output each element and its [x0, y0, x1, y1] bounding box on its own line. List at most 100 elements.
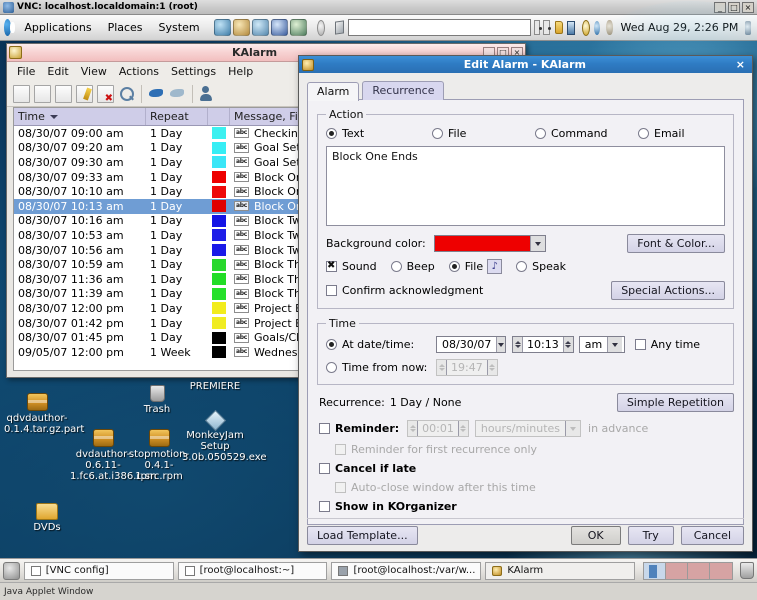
- close-icon[interactable]: ×: [732, 58, 749, 71]
- undo-icon[interactable]: [148, 85, 165, 103]
- checkbox-any-time[interactable]: Any time: [634, 338, 700, 351]
- new-alarm-icon[interactable]: [13, 84, 30, 103]
- chevron-down-icon[interactable]: [607, 337, 623, 352]
- time-spinbox[interactable]: 10:13: [512, 336, 574, 353]
- radio-action-email[interactable]: Email: [638, 127, 685, 140]
- workspace-4[interactable]: [710, 562, 733, 579]
- delete-alarm-icon[interactable]: [97, 84, 114, 104]
- volume-tray-icon[interactable]: [593, 20, 601, 35]
- music-note-icon[interactable]: ♪: [487, 259, 503, 274]
- time-spin-arrows[interactable]: [513, 337, 523, 352]
- column-header-time[interactable]: Time: [14, 108, 146, 125]
- simple-repetition-button[interactable]: Simple Repetition: [616, 393, 734, 412]
- show-desktop-icon[interactable]: [3, 561, 20, 580]
- display-tray-icon[interactable]: [566, 20, 575, 35]
- checkbox-show-korganizer[interactable]: Show in KOrganizer: [319, 500, 734, 513]
- taskbar-item-root-var[interactable]: [root@localhost:/var/w...: [331, 561, 482, 580]
- cancel-button[interactable]: Cancel: [680, 526, 744, 545]
- ok-button[interactable]: OK: [570, 526, 621, 545]
- trash-applet-icon[interactable]: [740, 562, 755, 579]
- workspace-1[interactable]: [644, 562, 667, 579]
- menu-system[interactable]: System: [159, 21, 200, 34]
- special-actions-button[interactable]: Special Actions...: [611, 281, 725, 300]
- radio-sound-file[interactable]: File ♪: [448, 259, 503, 274]
- edit-alarm-dialog: Edit Alarm - KAlarm × Alarm Recurrence A…: [298, 55, 753, 552]
- tab-alarm[interactable]: Alarm: [307, 82, 360, 101]
- workspace-2[interactable]: [666, 562, 689, 579]
- text-editor-launcher-icon[interactable]: [270, 19, 288, 36]
- radio-time-from-now[interactable]: Time from now:: [326, 361, 436, 374]
- menu-file[interactable]: File: [12, 64, 40, 79]
- find-icon[interactable]: [118, 85, 135, 103]
- chevron-down-icon[interactable]: [496, 337, 505, 352]
- radio-action-text[interactable]: Text: [326, 127, 432, 140]
- show-alarms-icon[interactable]: [199, 85, 216, 103]
- desktop-icon[interactable]: qdvdauthor-0.1.4.tar.gz.part: [4, 393, 84, 435]
- radio-action-file[interactable]: File: [432, 127, 535, 140]
- panel-mini-button-2[interactable]: [543, 20, 552, 35]
- alarm-color-cell: [208, 155, 230, 170]
- color-swatch: [212, 200, 226, 213]
- load-template-button[interactable]: Load Template...: [307, 526, 418, 545]
- alarm-message-textarea[interactable]: Block One Ends: [326, 146, 725, 226]
- ampm-combo[interactable]: am: [578, 336, 625, 353]
- desktop-icon[interactable]: Trash: [124, 385, 190, 415]
- menu-places[interactable]: Places: [108, 21, 143, 34]
- taskbar-item-root-home[interactable]: [root@localhost:~]: [177, 561, 328, 580]
- terminal-launcher-icon[interactable]: [289, 19, 307, 36]
- tabstrip: Alarm Recurrence: [307, 80, 744, 101]
- chevron-down-icon[interactable]: [529, 236, 545, 251]
- radio-at-datetime[interactable]: At date/time:: [326, 338, 436, 351]
- panel-mini-button-1[interactable]: [534, 20, 543, 35]
- checkbox-confirm-acknowledgment[interactable]: Confirm acknowledgment: [326, 284, 483, 297]
- tab-recurrence[interactable]: Recurrence: [362, 81, 445, 100]
- edit-alarm-titlebar[interactable]: Edit Alarm - KAlarm ×: [299, 56, 752, 73]
- update-notifier-tray-icon[interactable]: [606, 20, 613, 35]
- menu-settings[interactable]: Settings: [166, 64, 221, 79]
- time-spin-arrows-right[interactable]: [562, 337, 573, 352]
- background-color-combo[interactable]: [433, 235, 546, 252]
- menu-actions[interactable]: Actions: [114, 64, 164, 79]
- radio-action-command[interactable]: Command: [535, 127, 638, 140]
- column-header-repeat[interactable]: Repeat: [146, 108, 208, 125]
- notes-icon[interactable]: [334, 20, 344, 35]
- vnc-maximize-button[interactable]: □: [728, 1, 740, 13]
- checkbox-sound[interactable]: Sound: [326, 260, 377, 273]
- checkbox-cancel-if-late[interactable]: Cancel if late: [319, 462, 734, 475]
- web-browser-launcher-icon[interactable]: [213, 19, 231, 36]
- copy-alarm-icon[interactable]: [55, 84, 72, 103]
- taskbar-item-kalarm[interactable]: KAlarm: [485, 561, 636, 580]
- menu-view[interactable]: View: [76, 64, 112, 79]
- menu-edit[interactable]: Edit: [42, 64, 73, 79]
- alarm-repeat-cell: 1 Day: [150, 141, 183, 155]
- taskbar-item-vnc-config[interactable]: [VNC config]: [23, 561, 174, 580]
- radio-sound-beep[interactable]: Beep: [390, 260, 435, 273]
- desktop-icon[interactable]: DVDs: [14, 503, 80, 533]
- alarm-clock-tray-icon[interactable]: [581, 19, 590, 36]
- gnome-foot-icon[interactable]: [4, 19, 16, 36]
- edit-alarm-icon[interactable]: [76, 84, 93, 103]
- email-launcher-icon[interactable]: [232, 19, 250, 36]
- power-icon[interactable]: [316, 19, 325, 36]
- try-button[interactable]: Try: [627, 526, 674, 545]
- font-and-color-button[interactable]: Font & Color...: [627, 234, 725, 253]
- desktop-icon[interactable]: MonkeyJam Setup 3.0b.050529.exe: [182, 409, 267, 463]
- date-combo[interactable]: 08/30/07: [436, 336, 506, 353]
- file-manager-tray-icon[interactable]: [554, 21, 563, 34]
- vnc-minimize-button[interactable]: _: [714, 1, 726, 13]
- help-launcher-icon[interactable]: [251, 19, 269, 36]
- alarm-color-cell: [208, 301, 230, 316]
- sound-applet-icon[interactable]: [745, 20, 751, 35]
- checkbox-reminder[interactable]: Reminder:: [319, 422, 407, 435]
- vnc-close-button[interactable]: ×: [742, 1, 754, 13]
- new-from-template-icon[interactable]: [34, 84, 51, 103]
- menu-applications[interactable]: Applications: [24, 21, 91, 34]
- redo-icon[interactable]: [169, 85, 186, 103]
- panel-text-entry[interactable]: [348, 19, 532, 36]
- menu-help[interactable]: Help: [223, 64, 258, 79]
- panel-clock[interactable]: Wed Aug 29, 2:26 PM: [621, 21, 739, 34]
- workspace-3[interactable]: [688, 562, 711, 579]
- workspace-switcher[interactable]: [643, 561, 734, 580]
- column-header-color[interactable]: [208, 108, 230, 125]
- radio-sound-speak[interactable]: Speak: [516, 260, 566, 273]
